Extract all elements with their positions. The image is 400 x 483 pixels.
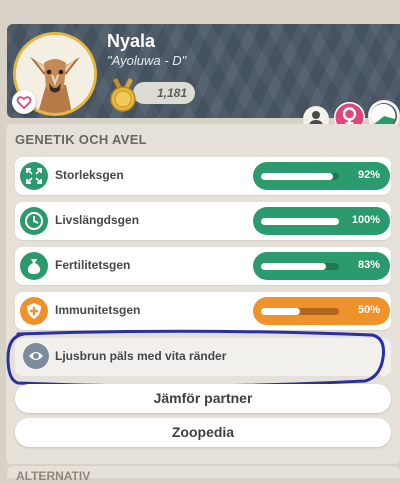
gene-row-size[interactable]: Storleksgen 92% — [15, 157, 391, 195]
gene-bar-fill — [261, 218, 339, 225]
gene-bar: 83% — [253, 252, 390, 280]
gene-bar-fill — [261, 308, 300, 315]
trait-row-coat[interactable]: Ljusbrun päls med vita ränder — [15, 338, 391, 376]
favorite-button[interactable] — [12, 90, 36, 114]
gene-row-longevity[interactable]: Livslängdsgen 100% — [15, 202, 391, 240]
shield-cross-icon — [20, 297, 48, 325]
points-badge: 1,181 — [133, 82, 195, 104]
gene-label: Immunitetsgen — [55, 303, 141, 317]
gene-bar: 92% — [253, 162, 390, 190]
fertility-sack-icon — [20, 252, 48, 280]
gene-bar-track — [261, 173, 339, 180]
clock-icon — [20, 207, 48, 235]
gene-bar: 50% — [253, 297, 390, 325]
compare-partner-button[interactable]: Jämför partner — [15, 384, 391, 413]
gene-bar-fill — [261, 263, 326, 270]
heart-icon — [16, 96, 32, 110]
gene-value: 92% — [357, 169, 380, 181]
gene-row-fertility[interactable]: Fertilitetsgen 83% — [15, 247, 391, 285]
gene-value: 50% — [357, 304, 380, 316]
animal-header: Nyala "Ayoluwa - D" 1,181 — [7, 24, 400, 133]
gene-bar-track — [261, 218, 339, 225]
trait-label: Ljusbrun päls med vita ränder — [55, 349, 227, 363]
expand-arrows-icon — [20, 162, 48, 190]
gene-value: 83% — [357, 259, 380, 271]
gene-bar-fill — [261, 173, 333, 180]
animal-nickname: "Ayoluwa - D" — [107, 53, 187, 68]
medal-icon — [110, 78, 136, 112]
genetics-title: GENETIK OCH AVEL — [15, 132, 147, 147]
coat-pattern-icon — [23, 343, 49, 369]
gene-label: Fertilitetsgen — [55, 258, 131, 272]
animal-name: Nyala — [107, 31, 156, 51]
zoopedia-button[interactable]: Zoopedia — [15, 418, 391, 447]
gene-bar-track — [261, 308, 339, 315]
gene-bar-track — [261, 263, 339, 270]
gene-row-immunity[interactable]: Immunitetsgen 50% — [15, 292, 391, 330]
gene-label: Livslängdsgen — [55, 213, 140, 227]
options-title: ALTERNATIV — [16, 469, 91, 483]
gene-bar: 100% — [253, 207, 390, 235]
gene-label: Storleksgen — [55, 168, 124, 182]
gene-value: 100% — [351, 214, 380, 226]
